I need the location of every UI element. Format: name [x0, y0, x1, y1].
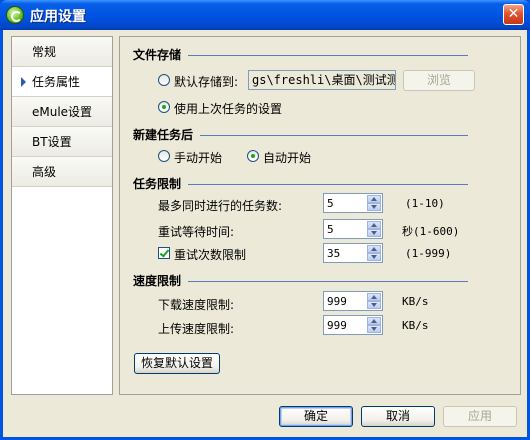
max-concurrent-label: 最多同时进行的任务数: [158, 199, 283, 213]
default-path-label: 默认存储到: [174, 75, 239, 89]
task-properties-panel: 文件存储 默认存储到: gs\freshli\桌面\测试测试 浏览 使用上次任务… [119, 36, 521, 395]
spin-down-icon[interactable] [367, 229, 381, 237]
cancel-button[interactable]: 取消 [361, 406, 435, 427]
title-bar[interactable]: 应用设置 ✕ [0, 0, 530, 30]
radio-auto-start[interactable] [247, 150, 259, 162]
close-button[interactable]: ✕ [503, 4, 524, 25]
spin-down-icon[interactable] [367, 203, 381, 211]
download-limit-value: 999 [327, 295, 347, 308]
section-title-speed-limit: 速度限制 [133, 274, 182, 288]
nav-item-task-properties[interactable]: 任务属性 [12, 67, 112, 97]
radio-use-last-settings[interactable] [158, 101, 170, 113]
spin-down-icon[interactable] [367, 301, 381, 309]
retry-wait-label: 重试等待时间: [158, 225, 235, 239]
nav-item-emule[interactable]: eMule设置 [12, 97, 112, 127]
section-title-new-task: 新建任务后 [133, 128, 194, 142]
retry-wait-unit: 秒(1-600) [402, 225, 460, 238]
upload-limit-stepper[interactable]: 999 [323, 315, 383, 335]
retry-wait-stepper[interactable]: 5 [323, 219, 383, 239]
nav-item-label: 高级 [32, 165, 57, 179]
retry-limit-value: 35 [327, 247, 341, 260]
use-last-settings-label: 使用上次任务的设置 [174, 102, 283, 116]
nav-item-label: 任务属性 [32, 75, 81, 89]
upload-limit-value: 999 [327, 319, 347, 332]
download-limit-unit: KB/s [402, 295, 429, 308]
nav-item-general[interactable]: 常规 [12, 37, 112, 67]
spin-up-icon[interactable] [367, 317, 381, 325]
apply-button[interactable]: 应用 [443, 406, 517, 427]
download-limit-label: 下载速度限制: [158, 298, 235, 312]
section-title-file-storage: 文件存储 [133, 48, 182, 62]
window-title: 应用设置 [30, 9, 86, 25]
retry-limit-label: 重试次数限制 [174, 248, 247, 262]
section-divider [188, 184, 468, 185]
max-concurrent-value: 5 [327, 197, 334, 210]
ok-button[interactable]: 确定 [279, 406, 353, 427]
retry-limit-stepper[interactable]: 35 [323, 243, 383, 263]
browse-button[interactable]: 浏览 [403, 70, 475, 91]
retry-wait-value: 5 [327, 223, 334, 236]
default-path-field[interactable]: gs\freshli\桌面\测试测试 [248, 70, 396, 90]
nav-item-bt[interactable]: BT设置 [12, 127, 112, 157]
spin-up-icon[interactable] [367, 221, 381, 229]
spin-down-icon[interactable] [367, 325, 381, 333]
max-concurrent-stepper[interactable]: 5 [323, 193, 383, 213]
spin-up-icon[interactable] [367, 195, 381, 203]
section-title-task-limit: 任务限制 [133, 177, 182, 191]
section-divider [200, 135, 468, 136]
retry-limit-checkbox[interactable] [158, 247, 170, 259]
restore-defaults-button[interactable]: 恢复默认设置 [134, 353, 220, 374]
nav-item-label: eMule设置 [32, 105, 93, 119]
nav-item-advanced[interactable]: 高级 [12, 157, 112, 187]
app-logo-icon [6, 6, 24, 24]
spin-down-icon[interactable] [367, 253, 381, 261]
radio-manual-start[interactable] [158, 150, 170, 162]
section-divider [188, 281, 468, 282]
selected-arrow-icon [21, 77, 26, 87]
spin-up-icon[interactable] [367, 293, 381, 301]
max-concurrent-range: (1-10) [405, 197, 445, 210]
retry-limit-range: (1-999) [405, 247, 452, 260]
spin-up-icon[interactable] [367, 245, 381, 253]
upload-limit-unit: KB/s [402, 319, 429, 332]
section-divider [188, 55, 468, 56]
nav-item-label: 常规 [32, 45, 57, 59]
dialog-body: 常规 任务属性 eMule设置 BT设置 高级 文件存储 默认存储到: gs\f… [3, 30, 527, 437]
radio-default-path[interactable] [158, 74, 170, 86]
auto-start-label: 自动开始 [263, 151, 312, 165]
download-limit-stepper[interactable]: 999 [323, 291, 383, 311]
upload-limit-label: 上传速度限制: [158, 322, 235, 336]
nav-item-label: BT设置 [32, 135, 72, 149]
settings-window: 应用设置 ✕ 常规 任务属性 eMule设置 BT设置 高级 文件存储 默认存储… [0, 0, 530, 440]
manual-start-label: 手动开始 [174, 151, 223, 165]
settings-nav: 常规 任务属性 eMule设置 BT设置 高级 [11, 36, 113, 395]
